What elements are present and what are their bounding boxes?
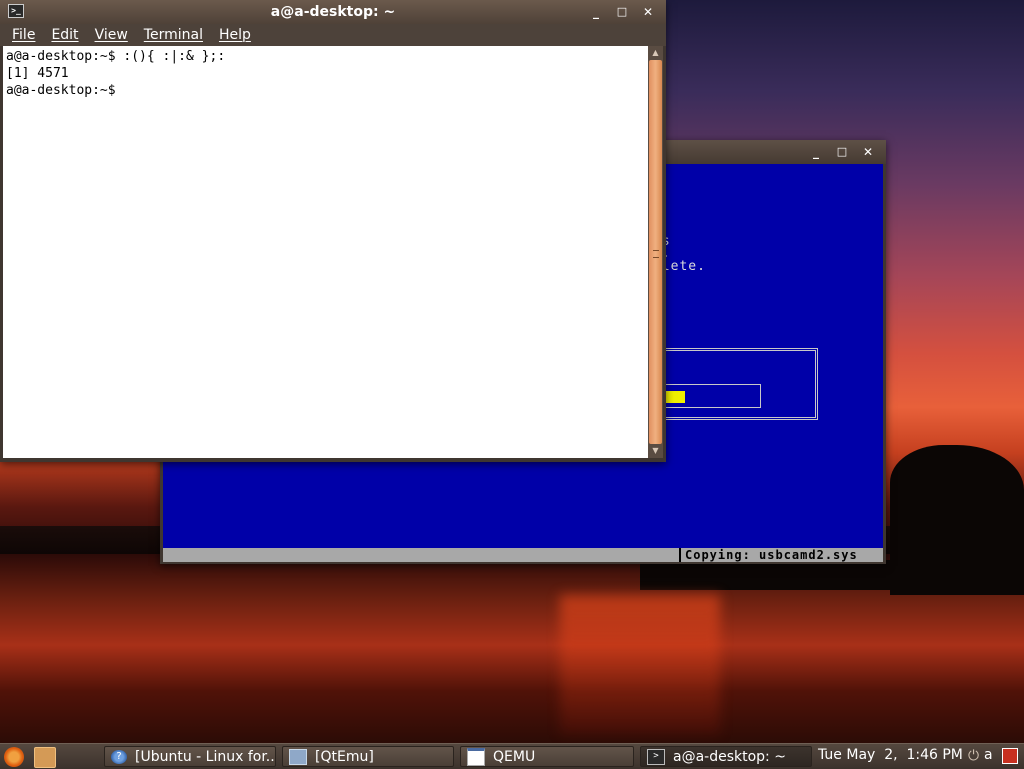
user-name[interactable]: a [984, 747, 993, 763]
qemu-window-controls: _ □ ✕ [806, 143, 878, 161]
menu-terminal[interactable]: Terminal [138, 24, 209, 46]
power-icon[interactable]: ⏻ [968, 748, 979, 764]
close-button[interactable]: ✕ [858, 143, 878, 161]
wallpaper-shore [640, 560, 1024, 590]
terminal-line: a@a-desktop:~$ [6, 83, 116, 98]
qemu-status-bar: Copying: usbcamd2.sys [163, 548, 883, 562]
terminal-icon: > [647, 748, 665, 765]
menu-edit[interactable]: Edit [45, 24, 84, 46]
maximize-button[interactable]: □ [612, 3, 632, 21]
taskbar-item-label: [QtEmu] [315, 748, 374, 765]
taskbar-item-terminal[interactable]: > a@a-desktop: ~ [640, 746, 812, 767]
terminal-scrollbar[interactable]: ▲ ▼ [648, 46, 663, 458]
taskbar: ? [Ubuntu - Linux for... [QtEmu] QEMU > … [0, 743, 1024, 769]
close-button[interactable]: ✕ [638, 3, 658, 21]
terminal-titlebar[interactable]: >_ a@a-desktop: ~ _ □ ✕ [0, 0, 666, 24]
menu-file[interactable]: File [6, 24, 41, 46]
taskbar-item-label: QEMU [493, 748, 536, 765]
show-desktop-icon[interactable] [34, 747, 56, 768]
minimize-button[interactable]: _ [586, 3, 606, 21]
help-icon: ? [111, 749, 127, 764]
grip-icon [653, 250, 659, 258]
wallpaper-reflection [560, 595, 720, 735]
terminal-window[interactable]: >_ a@a-desktop: ~ _ □ ✕ File Edit View T… [0, 0, 666, 462]
monitor-icon [289, 748, 307, 765]
terminal-line: a@a-desktop:~$ :(){ :|:& };: [6, 49, 226, 64]
window-icon [467, 747, 485, 766]
taskbar-item-qemu[interactable]: QEMU [460, 746, 634, 767]
status-text: Copying: usbcamd2.sys [685, 548, 858, 562]
minimize-button[interactable]: _ [806, 143, 826, 161]
trash-icon[interactable] [1002, 748, 1018, 764]
terminal-window-controls: _ □ ✕ [586, 3, 658, 21]
ubuntu-menu-icon[interactable] [4, 747, 24, 767]
taskbar-item-qtemu[interactable]: [QtEmu] [282, 746, 454, 767]
terminal-line: [1] 4571 [6, 66, 69, 81]
terminal-output[interactable]: a@a-desktop:~$ :(){ :|:& };: [1] 4571 a@… [3, 46, 648, 458]
clock[interactable]: Tue May 2, 1:46 PM [818, 747, 963, 763]
status-separator [679, 548, 681, 562]
terminal-menubar: File Edit View Terminal Help [0, 24, 666, 46]
terminal-title: a@a-desktop: ~ [270, 4, 396, 20]
menu-view[interactable]: View [89, 24, 134, 46]
taskbar-item-ubuntu-help[interactable]: ? [Ubuntu - Linux for... [104, 746, 276, 767]
scroll-down-icon[interactable]: ▼ [648, 444, 663, 458]
taskbar-item-label: [Ubuntu - Linux for... [135, 748, 276, 765]
scrollbar-thumb[interactable] [649, 60, 662, 444]
maximize-button[interactable]: □ [832, 143, 852, 161]
scroll-up-icon[interactable]: ▲ [648, 46, 663, 60]
taskbar-item-label: a@a-desktop: ~ [673, 748, 786, 765]
menu-help[interactable]: Help [213, 24, 257, 46]
